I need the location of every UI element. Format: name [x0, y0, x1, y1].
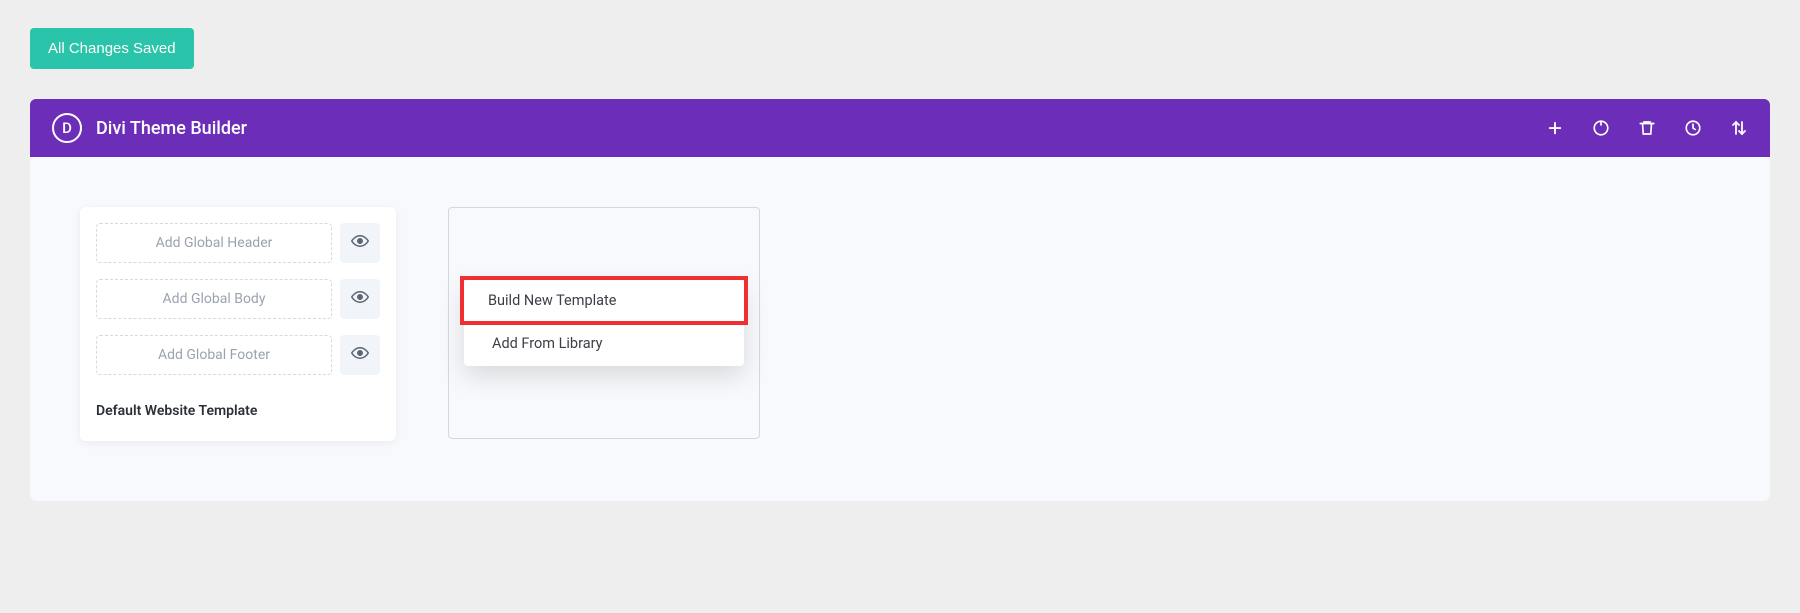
add-from-library-option[interactable]: Add From Library: [464, 325, 744, 366]
eye-icon: [351, 344, 369, 366]
visibility-toggle-header[interactable]: [340, 223, 380, 263]
add-template-popup: Build New Template Add From Library: [464, 280, 744, 366]
divi-logo-icon: D: [52, 113, 82, 143]
eye-icon: [351, 288, 369, 310]
theme-builder-panel: D Divi Theme Builder Add Global Header: [30, 99, 1770, 501]
add-icon[interactable]: [1546, 119, 1564, 137]
trash-icon[interactable]: [1638, 119, 1656, 137]
page-title: Divi Theme Builder: [96, 118, 1546, 139]
add-global-footer-slot[interactable]: Add Global Footer: [96, 335, 332, 375]
sort-icon[interactable]: [1730, 119, 1748, 137]
toolbar: [1546, 119, 1748, 137]
portability-icon[interactable]: [1592, 119, 1610, 137]
history-icon[interactable]: [1684, 119, 1702, 137]
eye-icon: [351, 232, 369, 254]
add-template-card[interactable]: Build New Template Add From Library: [448, 207, 760, 439]
visibility-toggle-body[interactable]: [340, 279, 380, 319]
add-global-header-slot[interactable]: Add Global Header: [96, 223, 332, 263]
template-name-label: Default Website Template: [96, 403, 380, 419]
all-changes-saved-button[interactable]: All Changes Saved: [30, 28, 194, 69]
build-new-template-option[interactable]: Build New Template: [460, 276, 748, 325]
visibility-toggle-footer[interactable]: [340, 335, 380, 375]
panel-body: Add Global Header Add Global Body Add Gl…: [30, 157, 1770, 501]
add-global-body-slot[interactable]: Add Global Body: [96, 279, 332, 319]
panel-header: D Divi Theme Builder: [30, 99, 1770, 157]
default-template-card: Add Global Header Add Global Body Add Gl…: [80, 207, 396, 441]
